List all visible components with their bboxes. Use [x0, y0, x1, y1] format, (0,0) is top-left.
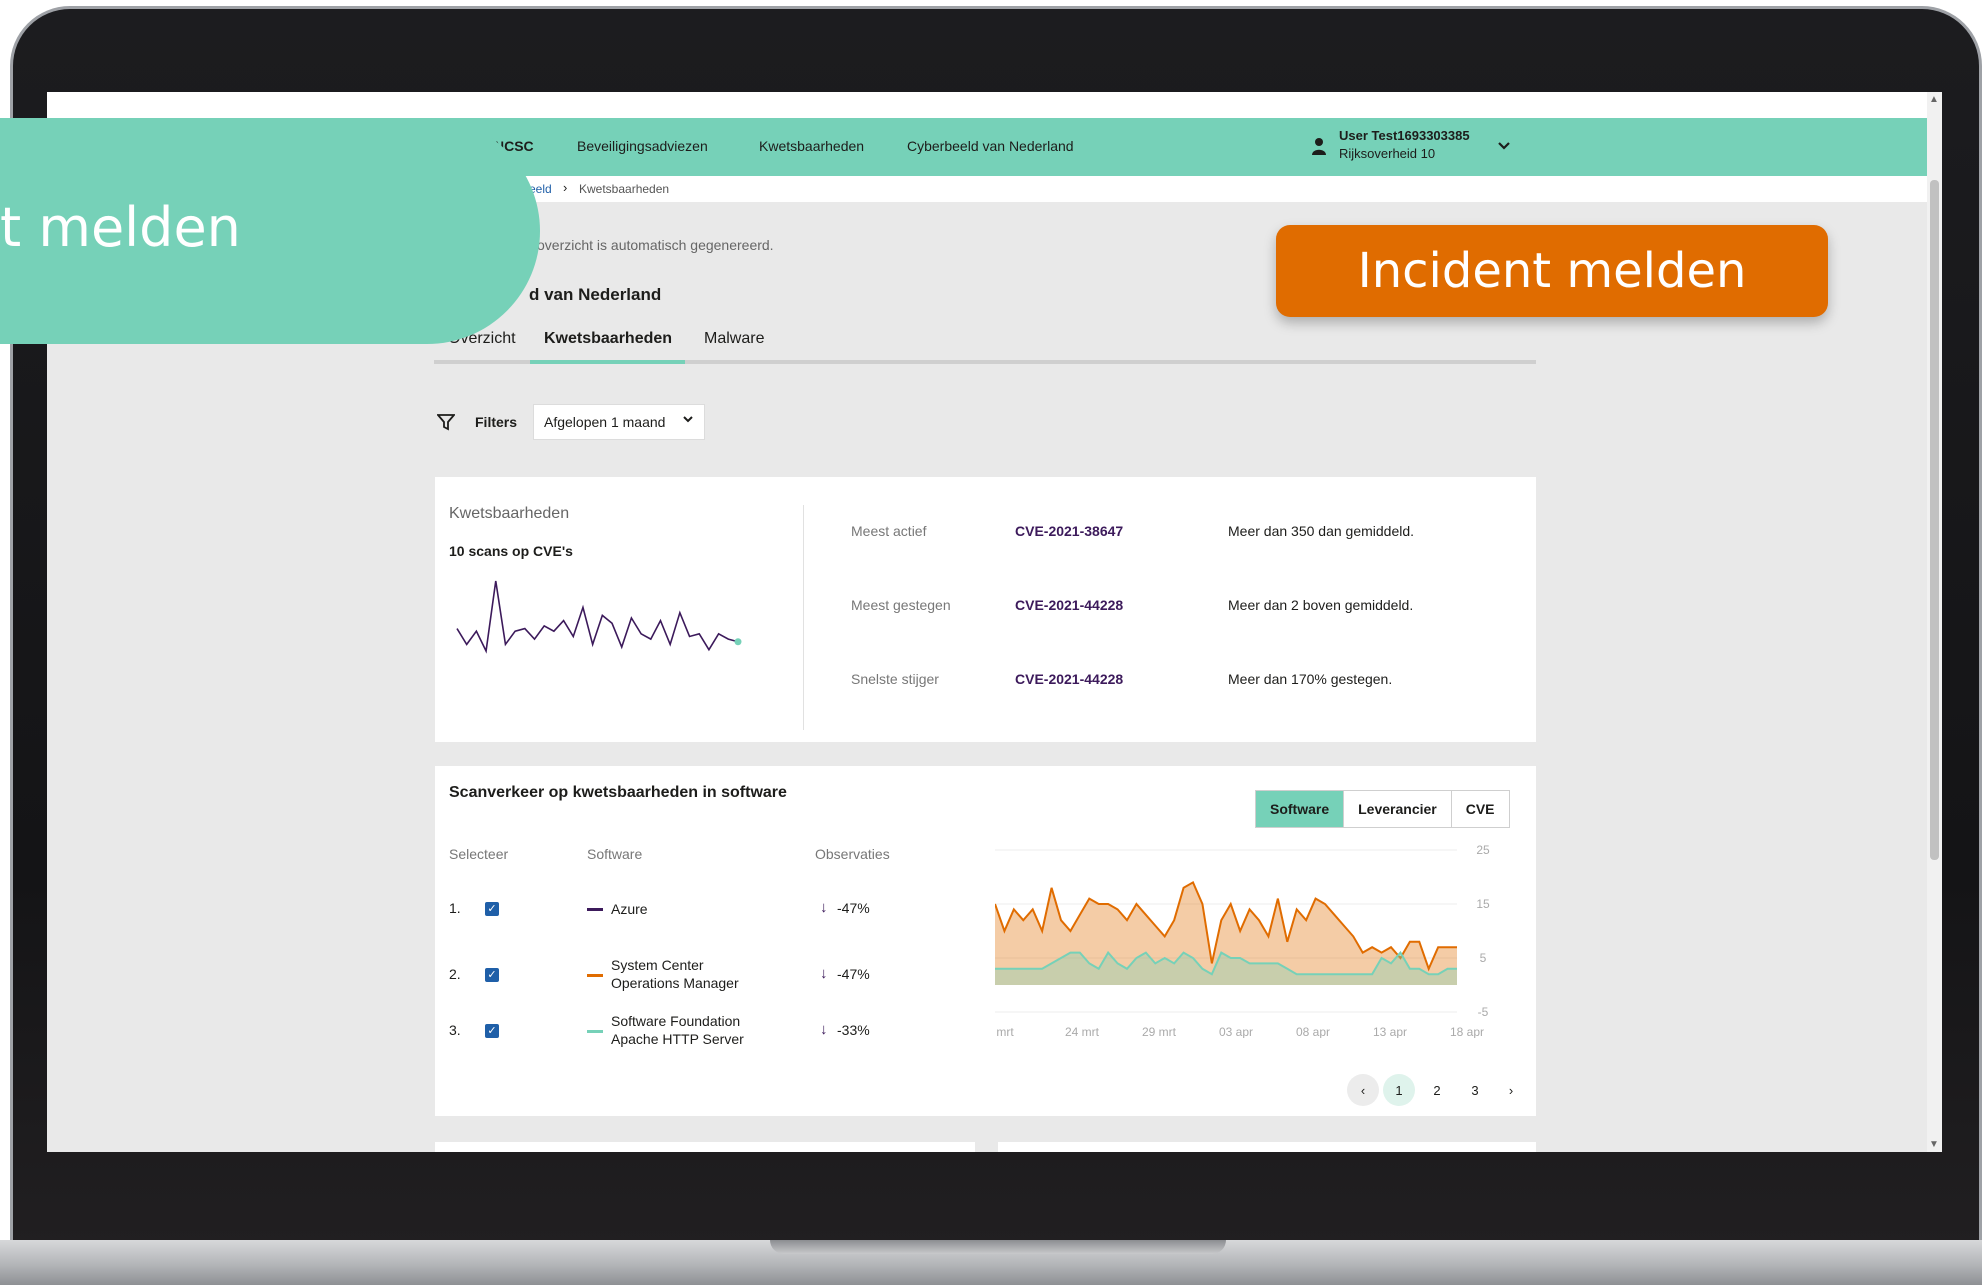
breadcrumb-separator: ›: [563, 180, 568, 195]
pagination-next[interactable]: ›: [1495, 1074, 1527, 1106]
toggle-cve[interactable]: CVE: [1451, 791, 1509, 827]
y-tick-label: -5: [1478, 1005, 1489, 1019]
x-tick-label: 03 apr: [1219, 1025, 1253, 1038]
auto-generated-note: overzicht is automatisch gegenereerd.: [537, 237, 774, 253]
stat-desc-meest-gestegen: Meer dan 2 boven gemiddeld.: [1228, 597, 1414, 613]
period-select[interactable]: Afgelopen 1 maand: [533, 404, 705, 440]
toggle-software[interactable]: Software: [1256, 791, 1345, 827]
toggle-leverancier[interactable]: Leverancier: [1344, 791, 1452, 827]
row-checkbox[interactable]: ✓: [485, 902, 499, 916]
y-tick-label: 5: [1480, 951, 1487, 965]
stat-cve-meest-actief[interactable]: CVE-2021-38647: [1015, 523, 1123, 539]
nav-link-kwetsbaarheden[interactable]: Kwetsbaarheden: [759, 138, 864, 154]
row-checkbox[interactable]: ✓: [485, 1024, 499, 1038]
sparkline-end-dot: [734, 638, 742, 646]
arrow-down-icon: ↓: [820, 899, 828, 916]
breadcrumb-current: Kwetsbaarheden: [579, 182, 670, 196]
tab-malware[interactable]: Malware: [704, 330, 764, 358]
x-tick-label: 08 apr: [1296, 1025, 1330, 1038]
nav-link-cyberbeeld[interactable]: Cyberbeeld van Nederland: [907, 138, 1074, 154]
view-toggle: Software Leverancier CVE: [1255, 790, 1510, 828]
active-tab-indicator: [530, 360, 685, 364]
observation-change: -47%: [837, 966, 870, 982]
incident-melden-button[interactable]: Incident melden: [1276, 225, 1828, 317]
observation-change: -47%: [837, 900, 870, 916]
x-tick-label: 13 apr: [1373, 1025, 1407, 1038]
top-strip: [47, 92, 1927, 118]
stat-desc-snelste-stijger: Meer dan 170% gestegen.: [1228, 671, 1393, 687]
software-name: Software Foundation Apache HTTP Server: [611, 1013, 744, 1047]
scanverkeer-title: Scanverkeer op kwetsbaarheden in softwar…: [449, 784, 787, 801]
filters-label: Filters: [475, 414, 518, 430]
chevron-down-icon[interactable]: [1497, 138, 1511, 152]
scrollbar-thumb[interactable]: [1930, 180, 1939, 860]
scans-sparkline: [456, 580, 742, 654]
stage: NCSC Beveiligingsadviezen Kwetsbaarheden…: [0, 0, 1982, 1285]
kwetsbaarheden-card: Kwetsbaarheden 10 scans op CVE's Meest a…: [435, 477, 1536, 742]
tab-kwetsbaarheden[interactable]: Kwetsbaarheden: [544, 330, 672, 358]
kwetsbaarheden-card-subtitle: 10 scans op CVE's: [449, 543, 573, 559]
chevron-down-icon: [683, 416, 693, 423]
user-org[interactable]: Rijksoverheid 10: [1339, 146, 1435, 161]
pagination-page-3[interactable]: 3: [1459, 1074, 1491, 1106]
row-checkbox[interactable]: ✓: [485, 968, 499, 982]
kwetsbaarheden-card-title: Kwetsbaarheden: [449, 505, 570, 522]
stat-label-meest-actief: Meest actief: [851, 523, 927, 539]
person-icon: [1312, 138, 1326, 155]
x-tick-label: 29 mrt: [1142, 1025, 1177, 1038]
arrow-down-icon: ↓: [820, 965, 828, 982]
stat-desc-meest-actief: Meer dan 350 dan gemiddeld.: [1228, 523, 1415, 539]
lower-card-left: [435, 1142, 975, 1152]
observation-change: -33%: [837, 1022, 870, 1038]
tab-bar: Overzicht Kwetsbaarheden Malware: [434, 312, 1536, 364]
incident-callout-text: t melden: [0, 196, 241, 259]
laptop-notch: [770, 1240, 1226, 1254]
y-tick-label: 15: [1476, 897, 1490, 911]
lower-card-right: [998, 1142, 1536, 1152]
stat-label-meest-gestegen: Meest gestegen: [851, 597, 951, 613]
nav-link-beveiligingsadviezen[interactable]: Beveiligingsadviezen: [577, 138, 708, 154]
row-number: 2.: [449, 966, 461, 982]
software-name: Azure: [611, 901, 648, 917]
pagination-page-1[interactable]: 1: [1383, 1074, 1415, 1106]
period-select-value: Afgelopen 1 maand: [544, 414, 666, 430]
column-header-selecteer: Selecteer: [449, 846, 509, 862]
stat-label-snelste-stijger: Snelste stijger: [851, 671, 939, 687]
arrow-down-icon: ↓: [820, 1021, 828, 1038]
scan-traffic-chart: 25 15 5 -5 mrt 24 mrt 29 mrt 03 apr 08 apr 13 apr…: [995, 843, 1490, 1038]
stat-cve-meest-gestegen[interactable]: CVE-2021-44228: [1015, 597, 1123, 613]
column-header-software: Software: [587, 846, 643, 862]
column-header-observaties: Observaties: [815, 846, 890, 862]
pagination-prev[interactable]: ‹: [1347, 1074, 1379, 1106]
x-tick-label: 18 apr: [1450, 1025, 1484, 1038]
x-tick-label: mrt: [996, 1025, 1014, 1038]
scroll-down-icon[interactable]: ▼: [1929, 1139, 1939, 1150]
card-divider: [803, 505, 804, 730]
page-title: d van Nederland: [529, 285, 662, 304]
incident-callout-bubble: t melden: [0, 118, 540, 344]
row-number: 1.: [449, 900, 461, 916]
series-swatch: [587, 1030, 603, 1033]
funnel-icon: [437, 414, 455, 431]
software-name: System Center Operations Manager: [611, 957, 739, 991]
scrollbar[interactable]: ▲ ▼: [1927, 92, 1942, 1152]
series-swatch: [587, 908, 603, 911]
sparkline-line: [456, 580, 739, 654]
scroll-up-icon[interactable]: ▲: [1929, 94, 1939, 105]
x-tick-label: 24 mrt: [1065, 1025, 1100, 1038]
user-name[interactable]: User Test1693303385: [1339, 128, 1470, 143]
pagination-page-2[interactable]: 2: [1421, 1074, 1453, 1106]
scanverkeer-card: Scanverkeer op kwetsbaarheden in softwar…: [435, 766, 1536, 1116]
y-tick-label: 25: [1476, 843, 1490, 857]
row-number: 3.: [449, 1022, 461, 1038]
series-swatch: [587, 974, 603, 977]
stat-cve-snelste-stijger[interactable]: CVE-2021-44228: [1015, 671, 1123, 687]
